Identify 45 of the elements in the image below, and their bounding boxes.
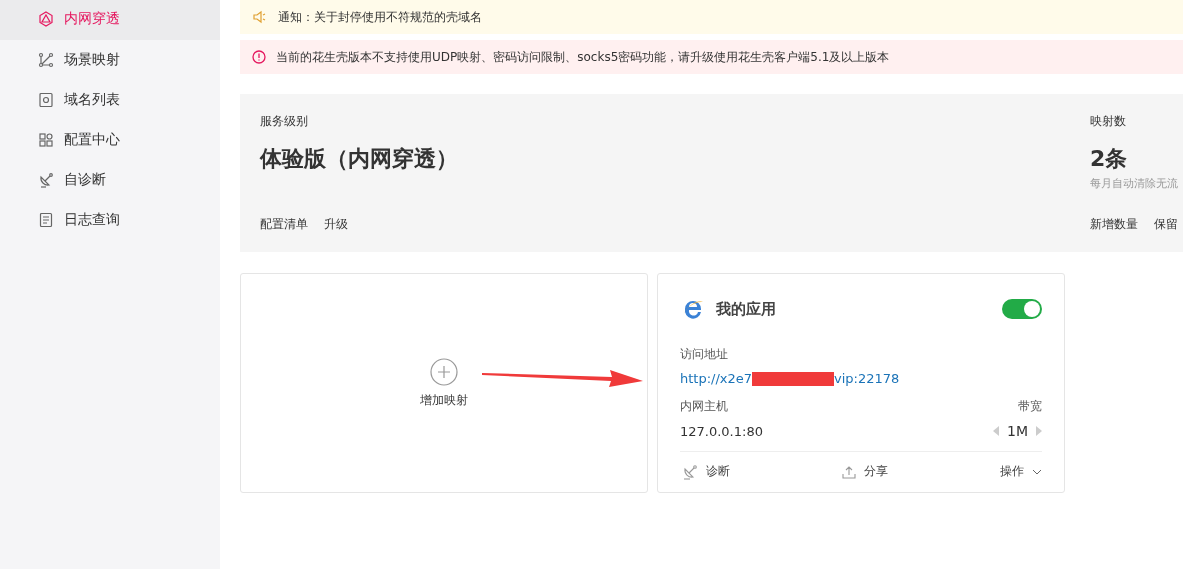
action-button[interactable]: 诊断 — [682, 463, 730, 480]
sidebar-item[interactable]: 日志查询 — [0, 200, 220, 240]
branch-icon — [38, 52, 54, 68]
sidebar-item[interactable]: 域名列表 — [0, 80, 220, 120]
address-link[interactable]: vip:22178 — [834, 371, 900, 386]
panel-link[interactable]: 升级 — [324, 216, 348, 233]
decrease-arrow-icon[interactable] — [993, 426, 999, 436]
bandwidth-label: 带宽 — [1018, 398, 1042, 415]
mapping-count-label: 映射数 — [1090, 113, 1127, 130]
satellite-dish-icon — [38, 172, 54, 188]
panel-link[interactable]: 新增数量 — [1090, 216, 1138, 233]
action-button[interactable]: 分享 — [842, 463, 888, 480]
increase-arrow-icon[interactable] — [1036, 426, 1042, 436]
mapping-note: 每月自动清除无流 — [1090, 176, 1179, 191]
upload-icon — [842, 464, 856, 479]
sidebar-item[interactable]: 内网穿透 — [0, 0, 220, 40]
add-mapping-card[interactable]: 增加映射 — [240, 273, 648, 493]
polyhedron-icon — [38, 10, 54, 27]
host-label: 内网主机 — [680, 398, 728, 415]
sidebar-item[interactable]: 场景映射 — [0, 40, 220, 80]
mapping-count-value: 2条 — [1090, 145, 1129, 173]
sidebar-item[interactable]: 自诊断 — [0, 160, 220, 200]
service-level-label: 服务级别 — [260, 113, 309, 130]
grid-icon — [38, 132, 54, 148]
app-title: 我的应用 — [716, 299, 776, 319]
sidebar-item[interactable]: 配置中心 — [0, 120, 220, 160]
panel-link[interactable]: 配置清单 — [260, 216, 308, 233]
document-icon — [38, 212, 54, 228]
panel-link[interactable]: 保留 — [1154, 216, 1178, 233]
add-mapping-label: 增加映射 — [420, 391, 468, 409]
chevron-down-icon — [1032, 468, 1042, 475]
alert-icon — [252, 50, 266, 64]
host-value: 127.0.0.1:80 — [680, 423, 763, 439]
domain-icon — [38, 92, 54, 108]
address-link[interactable]: http://x2e7 — [680, 371, 753, 386]
bandwidth-value: 1M — [1007, 423, 1028, 439]
satellite-dish-icon — [682, 463, 698, 480]
service-level-value: 体验版（内网穿透） — [260, 145, 459, 173]
operations-dropdown[interactable]: 操作 — [1000, 463, 1042, 480]
notice-text: 通知：关于封停使用不符规范的壳域名 — [278, 8, 482, 26]
plus-icon — [430, 357, 458, 386]
speaker-icon — [252, 10, 268, 24]
notice-text: 当前的花生壳版本不支持使用UDP映射、密码访问限制、socks5密码功能，请升级使用花生壳客户端5.1及以上版本 — [276, 48, 890, 66]
toggle-switch[interactable] — [1002, 299, 1042, 319]
address-label: 访问地址 — [680, 346, 729, 363]
